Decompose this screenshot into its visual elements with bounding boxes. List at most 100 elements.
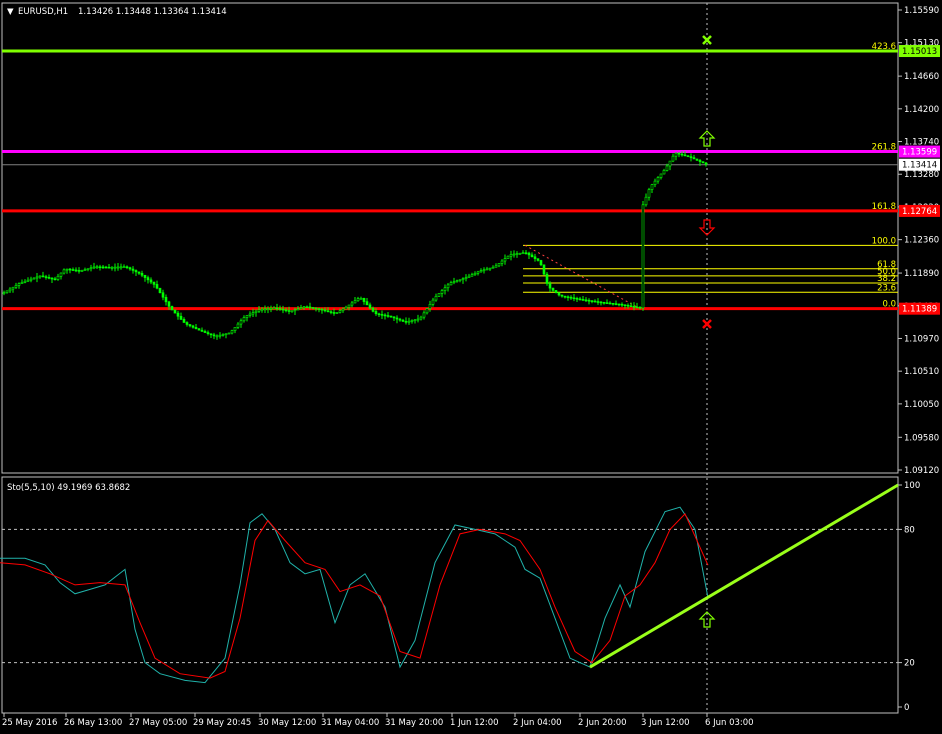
- candle-body: [326, 310, 330, 313]
- candle-body: [446, 284, 450, 289]
- fibonacci-retracement[interactable]: 423.6261.8161.8100.061.850.038.223.60.0: [523, 42, 898, 310]
- candle-body: [425, 308, 429, 314]
- candle-body: [110, 266, 114, 269]
- candle-body: [311, 307, 315, 309]
- time-axis[interactable]: 25 May 2016 26 May 13:00 27 May 05:00 29 Ma…: [2, 713, 754, 728]
- price-axis[interactable]: 1.155901.151301.146601.142001.137401.132…: [898, 6, 940, 476]
- candle-body: [386, 315, 390, 317]
- candle-body: [197, 328, 201, 331]
- candle-body: [8, 288, 12, 292]
- candle-body: [407, 320, 411, 323]
- candle-body: [248, 313, 252, 316]
- candle-body: [44, 276, 48, 278]
- ohlc-values: 1.13426 1.13448 1.13364 1.13414: [78, 7, 227, 17]
- candle-body: [572, 297, 576, 300]
- candle-body: [524, 252, 528, 255]
- candle-body: [521, 252, 525, 255]
- candle-body: [398, 318, 402, 321]
- candle-body: [218, 334, 222, 337]
- candle-body: [233, 327, 237, 331]
- candle-body: [149, 279, 153, 283]
- candle-body: [560, 294, 564, 297]
- candle-body: [11, 286, 15, 290]
- price-tick-label: 1.10510: [904, 367, 939, 377]
- candle-body: [353, 300, 357, 304]
- candle-body: [476, 271, 480, 274]
- candle-body: [416, 318, 420, 321]
- candle-body: [188, 324, 192, 327]
- candle-body: [485, 268, 489, 271]
- candle-body: [575, 297, 579, 300]
- candle-body: [167, 301, 171, 307]
- candle-body: [467, 275, 471, 278]
- candle-body: [422, 312, 426, 318]
- candle-body: [65, 268, 69, 271]
- candle-body: [383, 314, 387, 317]
- time-tick-label: 27 May 05:00: [129, 718, 187, 728]
- candle-body: [557, 292, 561, 296]
- candle-body: [671, 155, 675, 162]
- oscillator-label: Sto(5,5,10) 49.1969 63.8682: [7, 483, 130, 493]
- candle-body: [491, 266, 495, 269]
- candle-body: [284, 309, 288, 312]
- candle-body: [269, 307, 273, 310]
- candle-body: [329, 311, 333, 313]
- chart-canvas[interactable]: 423.6261.8161.8100.061.850.038.223.60.0 …: [0, 0, 942, 734]
- candle-body: [413, 319, 417, 322]
- candle-body: [251, 312, 255, 315]
- candle-body: [515, 253, 519, 255]
- candle-body: [95, 266, 99, 269]
- time-tick-label: 3 Jun 12:00: [641, 718, 690, 728]
- candle-body: [89, 267, 93, 270]
- candle-body: [2, 292, 6, 294]
- candle-body: [638, 307, 642, 309]
- candle-body: [152, 281, 156, 285]
- osc-tick-label: 20: [904, 659, 915, 669]
- candle-body: [224, 333, 228, 336]
- candle-body: [548, 283, 552, 289]
- candle-body: [257, 309, 261, 312]
- candle-body: [101, 266, 105, 269]
- candle-body: [527, 252, 531, 256]
- candle-body: [488, 267, 492, 270]
- time-tick-label: 26 May 13:00: [64, 718, 122, 728]
- price-panel[interactable]: [1, 2, 899, 474]
- candle-body: [656, 177, 660, 182]
- price-badge-label-current: 1.13414: [902, 161, 937, 171]
- candle-body: [653, 180, 657, 185]
- candle-body: [419, 316, 423, 320]
- candle-body: [494, 265, 498, 268]
- candle-body: [239, 320, 243, 325]
- candle-body: [578, 298, 582, 301]
- candle-body: [410, 320, 414, 322]
- candle-body: [104, 266, 108, 269]
- stoch-trend-line[interactable]: [589, 483, 899, 669]
- candle-body: [623, 304, 627, 306]
- candle-body: [458, 279, 462, 281]
- candle-body: [332, 312, 336, 314]
- candle-body: [455, 280, 459, 282]
- candle-body: [350, 302, 354, 306]
- candle-body: [305, 306, 309, 309]
- candle-body: [368, 304, 372, 309]
- candle-body: [602, 302, 606, 304]
- candle-body: [41, 275, 45, 278]
- candle-body: [509, 254, 513, 257]
- candle-body: [374, 311, 378, 315]
- candle-body: [17, 283, 21, 286]
- candle-body: [320, 308, 324, 311]
- candle-body: [605, 302, 609, 304]
- price-tick-label: 1.09580: [904, 433, 939, 443]
- candle-body: [377, 313, 381, 316]
- candle-body: [470, 274, 474, 277]
- price-tick-label: 1.14200: [904, 105, 939, 115]
- fib-level-label: 100.0: [872, 236, 896, 246]
- price-badge-label-red_lower: 1.11389: [902, 305, 937, 315]
- oscillator-panel[interactable]: [1, 476, 899, 714]
- candle-body: [482, 269, 486, 272]
- candle-body: [107, 266, 111, 269]
- candle-body: [23, 280, 27, 283]
- candle-body: [182, 319, 186, 323]
- header-arrow-icon[interactable]: ▼: [7, 7, 14, 17]
- osc-tick-label: 0: [904, 703, 909, 713]
